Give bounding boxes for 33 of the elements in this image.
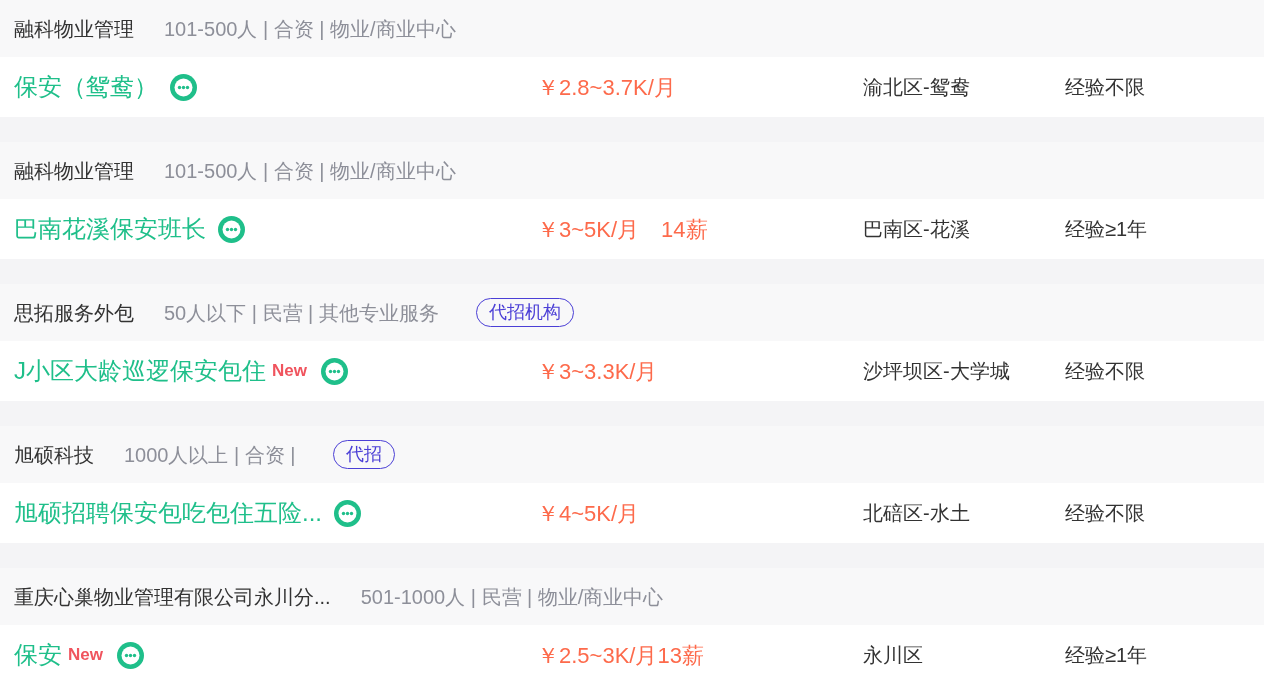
job-location: 永川区 — [863, 643, 924, 668]
salary: ￥2.8~3.7K/月 — [537, 73, 676, 102]
company-info: 1000人以上 | 合资 | — [124, 442, 296, 468]
company-info: 101-500人 | 合资 | 物业/商业中心 — [164, 16, 456, 42]
experience-requirement: 经验≥1年 — [1065, 643, 1148, 668]
job-location: 北碚区-水土 — [863, 501, 971, 526]
company-name[interactable]: 融科物业管理 — [14, 13, 134, 44]
experience-requirement: 经验不限 — [1065, 75, 1145, 100]
company-name[interactable]: 融科物业管理 — [14, 155, 134, 186]
salary: ￥4~5K/月 — [537, 499, 640, 528]
salary-months: 14薪 — [661, 215, 708, 244]
company-name[interactable]: 旭硕科技 — [14, 439, 94, 470]
company-info: 50人以下 | 民营 | 其他专业服务 — [164, 300, 439, 326]
company-info: 501-1000人 | 民营 | 物业/商业中心 — [360, 584, 664, 610]
chat-icon[interactable] — [334, 499, 361, 527]
chat-icon[interactable] — [116, 641, 144, 669]
company-name[interactable]: 重庆心巢物业管理有限公司永川分... — [14, 581, 331, 612]
job-location: 巴南区-花溪 — [863, 217, 971, 242]
experience-requirement: 经验≥1年 — [1065, 217, 1148, 242]
new-label: New — [272, 360, 307, 383]
salary: ￥3~3.3K/月 — [537, 357, 658, 386]
company-name[interactable]: 思拓服务外包 — [14, 297, 134, 328]
experience-requirement: 经验不限 — [1065, 359, 1145, 384]
chat-icon[interactable] — [218, 215, 245, 243]
chat-icon[interactable] — [320, 357, 348, 385]
experience-requirement: 经验不限 — [1065, 501, 1145, 526]
salary: ￥2.5~3K/月13薪 — [537, 641, 704, 670]
job-location: 沙坪坝区-大学城 — [863, 359, 1011, 384]
new-label: New — [68, 644, 103, 667]
company-info: 101-500人 | 合资 | 物业/商业中心 — [164, 158, 456, 184]
salary: ￥3~5K/月 — [537, 215, 640, 244]
job-location: 渝北区-鸳鸯 — [863, 75, 971, 100]
chat-icon[interactable] — [170, 73, 197, 101]
